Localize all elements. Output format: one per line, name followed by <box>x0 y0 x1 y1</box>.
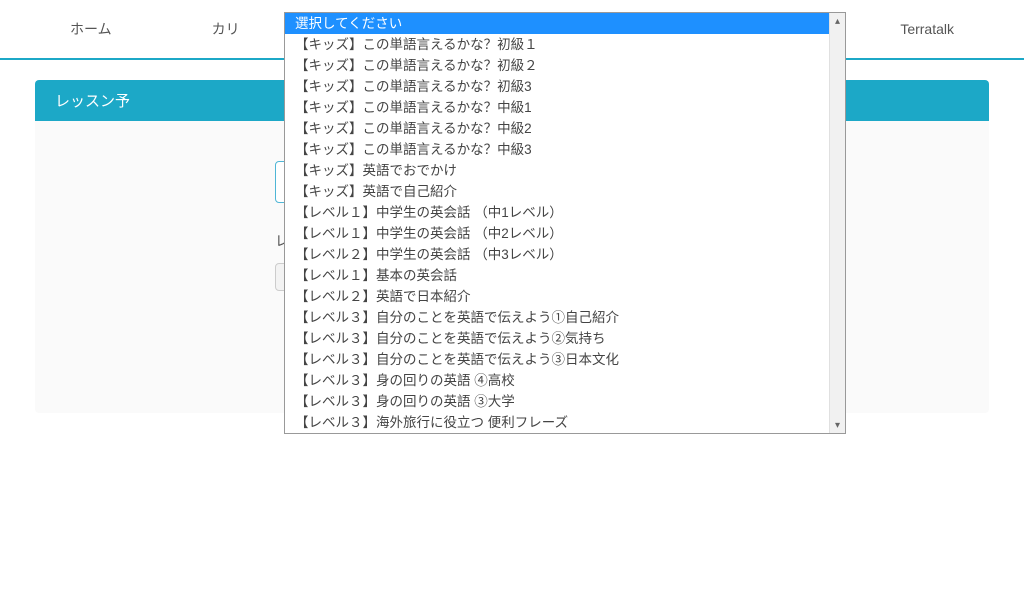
dropdown-option[interactable]: 【キッズ】この単語言えるかな？中級1 <box>285 97 829 118</box>
nav-curriculum[interactable]: カリ <box>162 19 290 39</box>
dropdown-option[interactable]: 【レベル３】自分のことを英語で伝えよう②気持ち <box>285 328 829 349</box>
dropdown-option[interactable]: 【レベル３】海外旅行に役立つ 便利フレーズ <box>285 412 829 433</box>
scrollbar[interactable]: ▴ ▾ <box>829 13 845 433</box>
dropdown-option[interactable]: 【レベル１】中学生の英会話 （中1レベル） <box>285 202 829 223</box>
nav-terratalk[interactable]: Terratalk <box>850 21 1004 37</box>
dropdown-option[interactable]: 【レベル３】身の回りの英語 ④高校 <box>285 370 829 391</box>
dropdown-option[interactable]: 【レベル３】自分のことを英語で伝えよう③日本文化 <box>285 349 829 370</box>
dropdown-option[interactable]: 【レベル２】英語で日本紹介 <box>285 286 829 307</box>
scroll-down-icon[interactable]: ▾ <box>830 417 845 433</box>
nav-home[interactable]: ホーム <box>20 19 162 39</box>
dropdown-option-selected[interactable]: 選択してください <box>285 13 829 34</box>
dropdown-option[interactable]: 【レベル３】身の回りの英語 ③大学 <box>285 391 829 412</box>
dropdown-option[interactable]: 【キッズ】この単語言えるかな？中級3 <box>285 139 829 160</box>
dropdown-option[interactable]: 【キッズ】この単語言えるかな？中級2 <box>285 118 829 139</box>
dropdown-option[interactable]: 【レベル３】自分のことを英語で伝えよう①自己紹介 <box>285 307 829 328</box>
dropdown-option[interactable]: 【レベル２】中学生の英会話 （中3レベル） <box>285 244 829 265</box>
dropdown-listbox[interactable]: 選択してください 【キッズ】この単語言えるかな？初級１ 【キッズ】この単語言える… <box>284 12 846 434</box>
dropdown-option[interactable]: 【キッズ】英語で自己紹介 <box>285 181 829 202</box>
dropdown-option[interactable]: 【キッズ】この単語言えるかな？初級２ <box>285 55 829 76</box>
scroll-up-icon[interactable]: ▴ <box>830 13 845 29</box>
dropdown-option[interactable]: 【キッズ】英語でおでかけ <box>285 160 829 181</box>
dropdown-option[interactable]: 【キッズ】この単語言えるかな？初級１ <box>285 34 829 55</box>
dropdown-option[interactable]: 【キッズ】この単語言えるかな？初級3 <box>285 76 829 97</box>
dropdown-list: 選択してください 【キッズ】この単語言えるかな？初級１ 【キッズ】この単語言える… <box>285 13 829 433</box>
dropdown-option[interactable]: 【レベル１】基本の英会話 <box>285 265 829 286</box>
dropdown-option[interactable]: 【レベル１】中学生の英会話 （中2レベル） <box>285 223 829 244</box>
